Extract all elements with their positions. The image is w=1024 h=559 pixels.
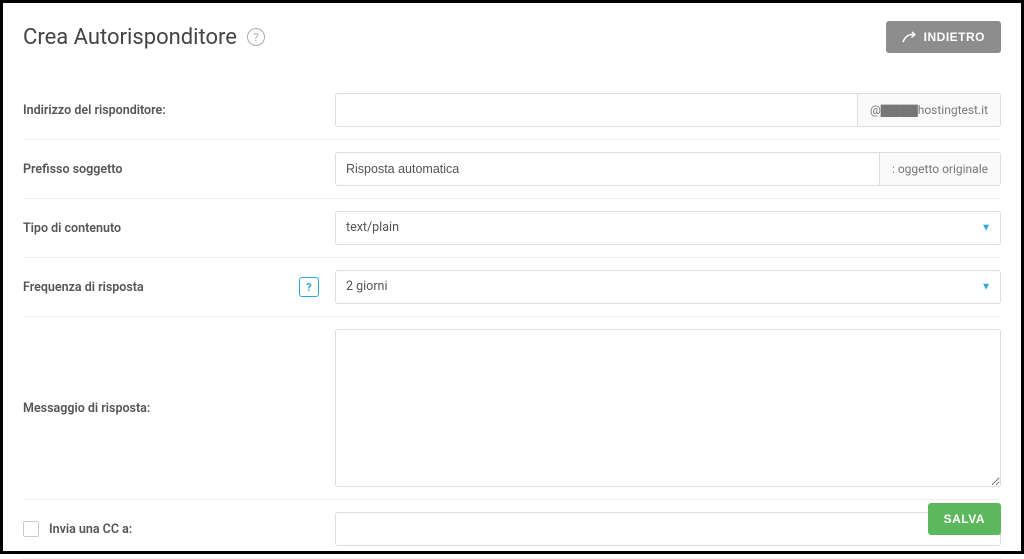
label-responder-address: Indirizzo del risponditore: (23, 103, 166, 118)
row-content-type: Tipo di contenuto text/plain ▼ (23, 199, 1001, 258)
label-send-cc: Invia una CC a: (49, 522, 132, 537)
send-cc-input[interactable] (335, 512, 1001, 546)
panel-header: Crea Autorisponditore ? INDIETRO (23, 21, 1001, 53)
save-button[interactable]: SALVA (928, 503, 1001, 535)
label-content-type: Tipo di contenuto (23, 221, 121, 236)
back-button-label: INDIETRO (924, 30, 985, 44)
response-frequency-select[interactable]: 2 giorni ▼ (335, 270, 1001, 304)
response-message-textarea[interactable] (335, 329, 1001, 487)
subject-prefix-input[interactable] (335, 152, 879, 186)
page-title: Crea Autorisponditore (23, 25, 237, 50)
label-response-frequency: Frequenza di risposta (23, 280, 144, 295)
row-responder-address: Indirizzo del risponditore: @▇▇▇▇hosting… (23, 81, 1001, 140)
response-frequency-value: 2 giorni (335, 270, 1001, 304)
row-response-frequency: Frequenza di risposta ? 2 giorni ▼ (23, 258, 1001, 317)
responder-address-domain: @▇▇▇▇hostingtest.it (857, 93, 1001, 127)
label-subject-prefix: Prefisso soggetto (23, 162, 122, 177)
subject-prefix-suffix: : oggetto originale (879, 152, 1001, 186)
panel-footer: SALVA (928, 503, 1001, 535)
help-icon[interactable]: ? (247, 28, 265, 46)
row-subject-prefix: Prefisso soggetto : oggetto originale (23, 140, 1001, 199)
content-type-value: text/plain (335, 211, 1001, 245)
frequency-help-icon[interactable]: ? (299, 277, 319, 297)
send-cc-checkbox[interactable] (23, 521, 39, 537)
responder-address-input[interactable] (335, 93, 857, 127)
row-response-message: Messaggio di risposta: (23, 317, 1001, 500)
save-button-label: SALVA (944, 512, 985, 526)
content-type-select[interactable]: text/plain ▼ (335, 211, 1001, 245)
back-arrow-icon (902, 31, 916, 43)
autoresponder-create-panel: Crea Autorisponditore ? INDIETRO Indiriz… (0, 0, 1024, 554)
back-button[interactable]: INDIETRO (886, 21, 1001, 53)
label-response-message: Messaggio di risposta: (23, 401, 150, 416)
row-send-cc: Invia una CC a: (23, 500, 1001, 559)
title-group: Crea Autorisponditore ? (23, 25, 265, 50)
